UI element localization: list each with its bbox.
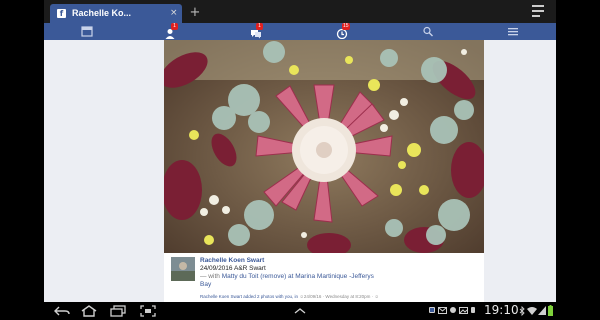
back-icon[interactable]	[54, 306, 70, 316]
sync-icon	[450, 307, 456, 313]
status-clock: 19:10	[484, 303, 519, 317]
wifi-icon	[527, 307, 537, 315]
facebook-favicon-icon: f	[57, 9, 66, 18]
download-icon	[471, 307, 475, 313]
tagged-link[interactable]: Matty du Toit (remove) at Marina Martini…	[222, 273, 374, 280]
screenshot-icon[interactable]	[140, 305, 156, 317]
post-photo[interactable]	[164, 40, 484, 253]
location-link-cont[interactable]: Bay	[200, 281, 211, 288]
footer-timestamp: ☺24/09/16 · Wednesday at 8:20pm · ☺	[299, 294, 379, 299]
bluetooth-icon	[519, 306, 525, 316]
browser-tab[interactable]: f Rachelle Ko... ×	[50, 4, 182, 23]
browser-tab-bar: f Rachelle Ko... × +	[44, 0, 556, 23]
friend-requests-badge: 1	[171, 23, 178, 30]
search-icon[interactable]	[422, 26, 434, 37]
tablet-screen: f Rachelle Ko... × + 1 1 15 Rachelle Koe…	[0, 0, 600, 320]
page-content: Rachelle Koen Swart 24/09/2016 A&R Swart…	[44, 40, 556, 302]
gallery-icon	[459, 307, 468, 314]
battery-icon	[548, 305, 553, 316]
messages-badge: 1	[256, 23, 263, 30]
post-author-link[interactable]: Rachelle Koen Swart	[200, 257, 264, 264]
notifications-badge: 15	[342, 23, 350, 30]
with-prefix: — with	[200, 273, 220, 280]
footer-link[interactable]: Rachelle Koen Swart added 2 photos with …	[200, 294, 299, 299]
system-navigation-bar: 19:10	[44, 302, 556, 320]
recent-apps-icon[interactable]	[110, 305, 126, 317]
browser-menu-icon[interactable]	[532, 5, 548, 19]
avatar[interactable]	[171, 257, 195, 281]
chevron-up-icon[interactable]	[294, 308, 306, 314]
signal-icon	[538, 306, 546, 315]
notifications-icon[interactable]: 15	[336, 23, 350, 40]
mail-icon	[438, 307, 447, 314]
messages-icon[interactable]: 1	[250, 23, 263, 39]
news-feed-icon[interactable]	[81, 26, 93, 37]
facebook-nav-bar: 1 1 15	[44, 23, 556, 40]
post-card: Rachelle Koen Swart 24/09/2016 A&R Swart…	[164, 253, 484, 302]
tagged-line: — with Matty du Toit (remove) at Marina …	[200, 273, 374, 280]
tab-title: Rachelle Ko...	[72, 8, 132, 18]
new-tab-button[interactable]: +	[187, 5, 203, 21]
close-tab-icon[interactable]: ×	[170, 7, 178, 20]
post-footer: Rachelle Koen Swart added 2 photos with …	[200, 294, 379, 299]
menu-icon[interactable]	[507, 26, 519, 37]
facebook-notif-icon	[429, 307, 435, 313]
post-meta-text: 24/09/2016 A&R Swart	[200, 265, 266, 272]
friend-requests-icon[interactable]: 1	[165, 23, 178, 39]
home-icon[interactable]	[81, 305, 97, 317]
